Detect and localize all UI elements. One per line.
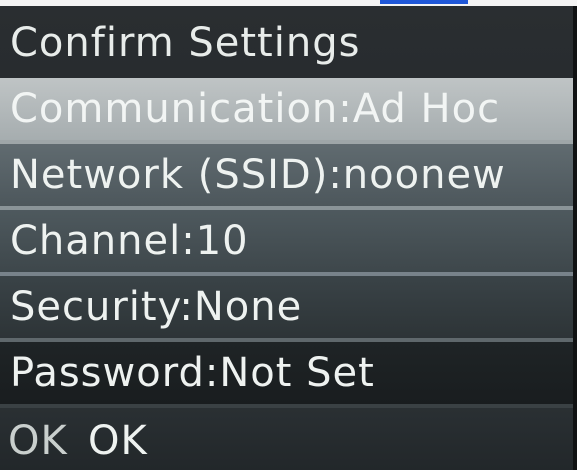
lcd-screen: Confirm Settings Communication:Ad Hoc Ne… bbox=[0, 6, 577, 470]
blue-fragment bbox=[380, 0, 468, 4]
ok-key-icon[interactable]: OK bbox=[8, 418, 68, 464]
softkey-bar: OK OK bbox=[0, 408, 573, 470]
setting-row-network-ssid[interactable]: Network (SSID):noonew bbox=[0, 144, 573, 206]
setting-row-channel[interactable]: Channel:10 bbox=[0, 210, 573, 272]
setting-row-password[interactable]: Password:Not Set bbox=[0, 342, 573, 404]
setting-row-communication[interactable]: Communication:Ad Hoc bbox=[0, 78, 573, 140]
page-title: Confirm Settings bbox=[10, 20, 361, 66]
setting-row-security[interactable]: Security:None bbox=[0, 276, 573, 338]
ok-softkey-label[interactable]: OK bbox=[88, 418, 148, 464]
